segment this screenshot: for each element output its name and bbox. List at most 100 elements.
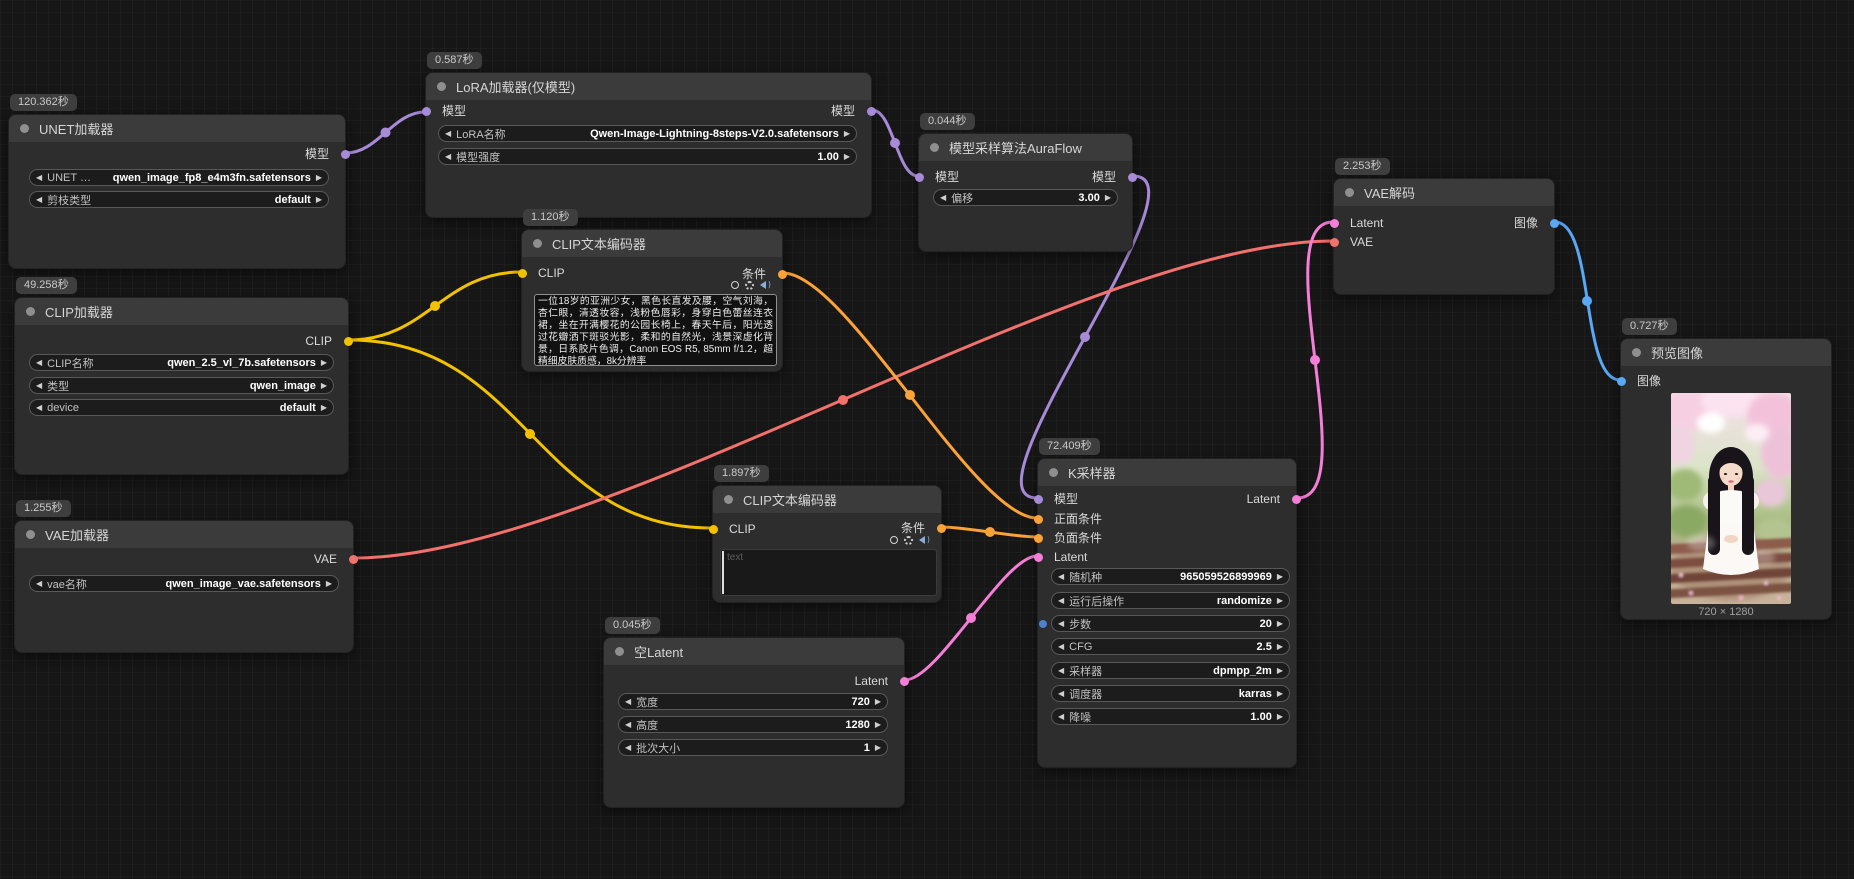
node-header[interactable]: 预览图像 [1621,339,1831,366]
arrow-left-icon[interactable]: ◀ [940,194,946,202]
node-header[interactable]: CLIP文本编码器 [522,230,782,257]
node-header[interactable]: 空Latent [604,638,904,665]
widget-model-strength[interactable]: ◀ 模型强度 1.00 ▶ [438,148,857,165]
arrow-left-icon[interactable]: ◀ [1058,690,1064,698]
node-clip-loader[interactable]: 49.258秒 CLIP加载器 CLIP ◀ CLIP名称 qwen_2.5_v… [14,297,349,475]
arrow-right-icon[interactable]: ▶ [316,196,322,204]
speaker-icon[interactable]: ) [919,536,931,544]
node-clip-text-encode-negative[interactable]: 1.897秒 CLIP文本编码器 CLIP 条件 ) text [712,485,942,603]
arrow-left-icon[interactable]: ◀ [36,174,42,182]
widget-vae-name[interactable]: ◀ vae名称 qwen_image_vae.safetensors ▶ [29,575,339,592]
node-vae-decode[interactable]: 2.253秒 VAE解码 Latent VAE 图像 [1333,178,1555,295]
widget-width[interactable]: ◀ 宽度 720 ▶ [618,693,888,710]
widget-scheduler[interactable]: ◀ 调度器 karras ▶ [1051,685,1290,702]
output-socket-conditioning[interactable] [937,524,946,533]
node-clip-text-encode-positive[interactable]: 1.120秒 CLIP文本编码器 CLIP 条件 ) 一位18岁的亚洲少女，黑色… [521,229,783,372]
gear-icon[interactable] [745,281,754,290]
output-socket-model[interactable] [1128,173,1137,182]
arrow-right-icon[interactable]: ▶ [326,580,332,588]
arrow-right-icon[interactable]: ▶ [844,153,850,161]
arrow-right-icon[interactable]: ▶ [875,698,881,706]
input-socket-model[interactable] [915,173,924,182]
input-socket-clip[interactable] [709,525,718,534]
widget-shift[interactable]: ◀ 偏移 3.00 ▶ [933,189,1118,206]
widget-steps[interactable]: ◀ 步数 20 ▶ [1051,615,1290,632]
arrow-right-icon[interactable]: ▶ [1277,713,1283,721]
arrow-right-icon[interactable]: ▶ [844,130,850,138]
widget-batch-size[interactable]: ◀ 批次大小 1 ▶ [618,739,888,756]
preview-image[interactable] [1671,393,1791,604]
arrow-left-icon[interactable]: ◀ [445,153,451,161]
arrow-right-icon[interactable]: ▶ [1105,194,1111,202]
arrow-right-icon[interactable]: ▶ [321,404,327,412]
arrow-left-icon[interactable]: ◀ [1058,667,1064,675]
prompt-textarea[interactable]: 一位18岁的亚洲少女，黑色长直发及腰，空气刘海，杏仁眼，清透妆容，浅粉色唇彩，身… [534,294,777,366]
arrow-left-icon[interactable]: ◀ [36,196,42,204]
arrow-right-icon[interactable]: ▶ [1277,573,1283,581]
input-socket-latent[interactable] [1330,219,1339,228]
node-header[interactable]: VAE解码 [1334,179,1554,206]
input-socket-model[interactable] [1034,495,1043,504]
node-header[interactable]: CLIP文本编码器 [713,486,941,513]
input-socket-latent[interactable] [1034,553,1043,562]
arrow-left-icon[interactable]: ◀ [625,721,631,729]
output-socket-latent[interactable] [1292,495,1301,504]
arrow-left-icon[interactable]: ◀ [36,359,42,367]
arrow-left-icon[interactable]: ◀ [1058,597,1064,605]
arrow-left-icon[interactable]: ◀ [625,698,631,706]
node-header[interactable]: K采样器 [1038,459,1296,486]
widget-cfg[interactable]: ◀ CFG 2.5 ▶ [1051,638,1290,655]
input-socket-negative[interactable] [1034,534,1043,543]
node-model-sampling-auraflow[interactable]: 0.044秒 模型采样算法AuraFlow 模型 模型 ◀ 偏移 3.00 ▶ [918,133,1133,252]
arrow-left-icon[interactable]: ◀ [1058,713,1064,721]
output-socket-model[interactable] [867,107,876,116]
node-header[interactable]: CLIP加载器 [15,298,348,325]
input-socket-clip[interactable] [518,269,527,278]
input-socket-steps[interactable] [1039,620,1047,628]
circle-icon[interactable] [890,536,898,544]
node-ksampler[interactable]: 72.409秒 K采样器 模型 正面条件 负面条件 Latent Latent … [1037,458,1297,768]
widget-unet-name[interactable]: ◀ UNET … qwen_image_fp8_e4m3fn.safetenso… [29,169,329,186]
arrow-right-icon[interactable]: ▶ [1277,690,1283,698]
widget-type[interactable]: ◀ 类型 qwen_image ▶ [29,377,334,394]
arrow-left-icon[interactable]: ◀ [36,580,42,588]
node-lora-loader[interactable]: 0.587秒 LoRA加载器(仅模型) 模型 模型 ◀ LoRA名称 Qwen-… [425,72,872,218]
node-header[interactable]: 模型采样算法AuraFlow [919,134,1132,161]
arrow-left-icon[interactable]: ◀ [36,404,42,412]
input-socket-model[interactable] [422,107,431,116]
arrow-right-icon[interactable]: ▶ [1277,597,1283,605]
node-header[interactable]: LoRA加载器(仅模型) [426,73,871,100]
arrow-right-icon[interactable]: ▶ [1277,620,1283,628]
output-socket-image[interactable] [1550,219,1559,228]
arrow-right-icon[interactable]: ▶ [875,744,881,752]
node-header[interactable]: UNET加载器 [9,115,345,142]
output-socket-conditioning[interactable] [778,270,787,279]
widget-sampler[interactable]: ◀ 采样器 dpmpp_2m ▶ [1051,662,1290,679]
arrow-right-icon[interactable]: ▶ [875,721,881,729]
arrow-left-icon[interactable]: ◀ [36,382,42,390]
widget-denoise[interactable]: ◀ 降噪 1.00 ▶ [1051,708,1290,725]
gear-icon[interactable] [904,536,913,545]
node-vae-loader[interactable]: 1.255秒 VAE加载器 VAE ◀ vae名称 qwen_image_vae… [14,520,354,653]
arrow-right-icon[interactable]: ▶ [321,359,327,367]
arrow-left-icon[interactable]: ◀ [445,130,451,138]
circle-icon[interactable] [731,281,739,289]
input-socket-image[interactable] [1617,377,1626,386]
widget-clip-name[interactable]: ◀ CLIP名称 qwen_2.5_vl_7b.safetensors ▶ [29,354,334,371]
output-socket-model[interactable] [341,150,350,159]
graph-canvas[interactable]: 120.362秒 UNET加载器 模型 ◀ UNET … qwen_image_… [0,0,1854,879]
arrow-right-icon[interactable]: ▶ [1277,667,1283,675]
input-socket-positive[interactable] [1034,515,1043,524]
node-header[interactable]: VAE加载器 [15,521,353,548]
node-empty-latent[interactable]: 0.045秒 空Latent Latent ◀ 宽度 720 ▶ ◀ 高度 12… [603,637,905,808]
widget-lora-name[interactable]: ◀ LoRA名称 Qwen-Image-Lightning-8steps-V2.… [438,125,857,142]
arrow-left-icon[interactable]: ◀ [625,744,631,752]
arrow-left-icon[interactable]: ◀ [1058,643,1064,651]
widget-seed[interactable]: ◀ 随机种 965059526899969 ▶ [1051,568,1290,585]
widget-device[interactable]: ◀ device default ▶ [29,399,334,416]
speaker-icon[interactable]: ) [760,281,772,289]
widget-weight-dtype[interactable]: ◀ 剪枝类型 default ▶ [29,191,329,208]
widget-height[interactable]: ◀ 高度 1280 ▶ [618,716,888,733]
arrow-right-icon[interactable]: ▶ [321,382,327,390]
node-unet-loader[interactable]: 120.362秒 UNET加载器 模型 ◀ UNET … qwen_image_… [8,114,346,269]
